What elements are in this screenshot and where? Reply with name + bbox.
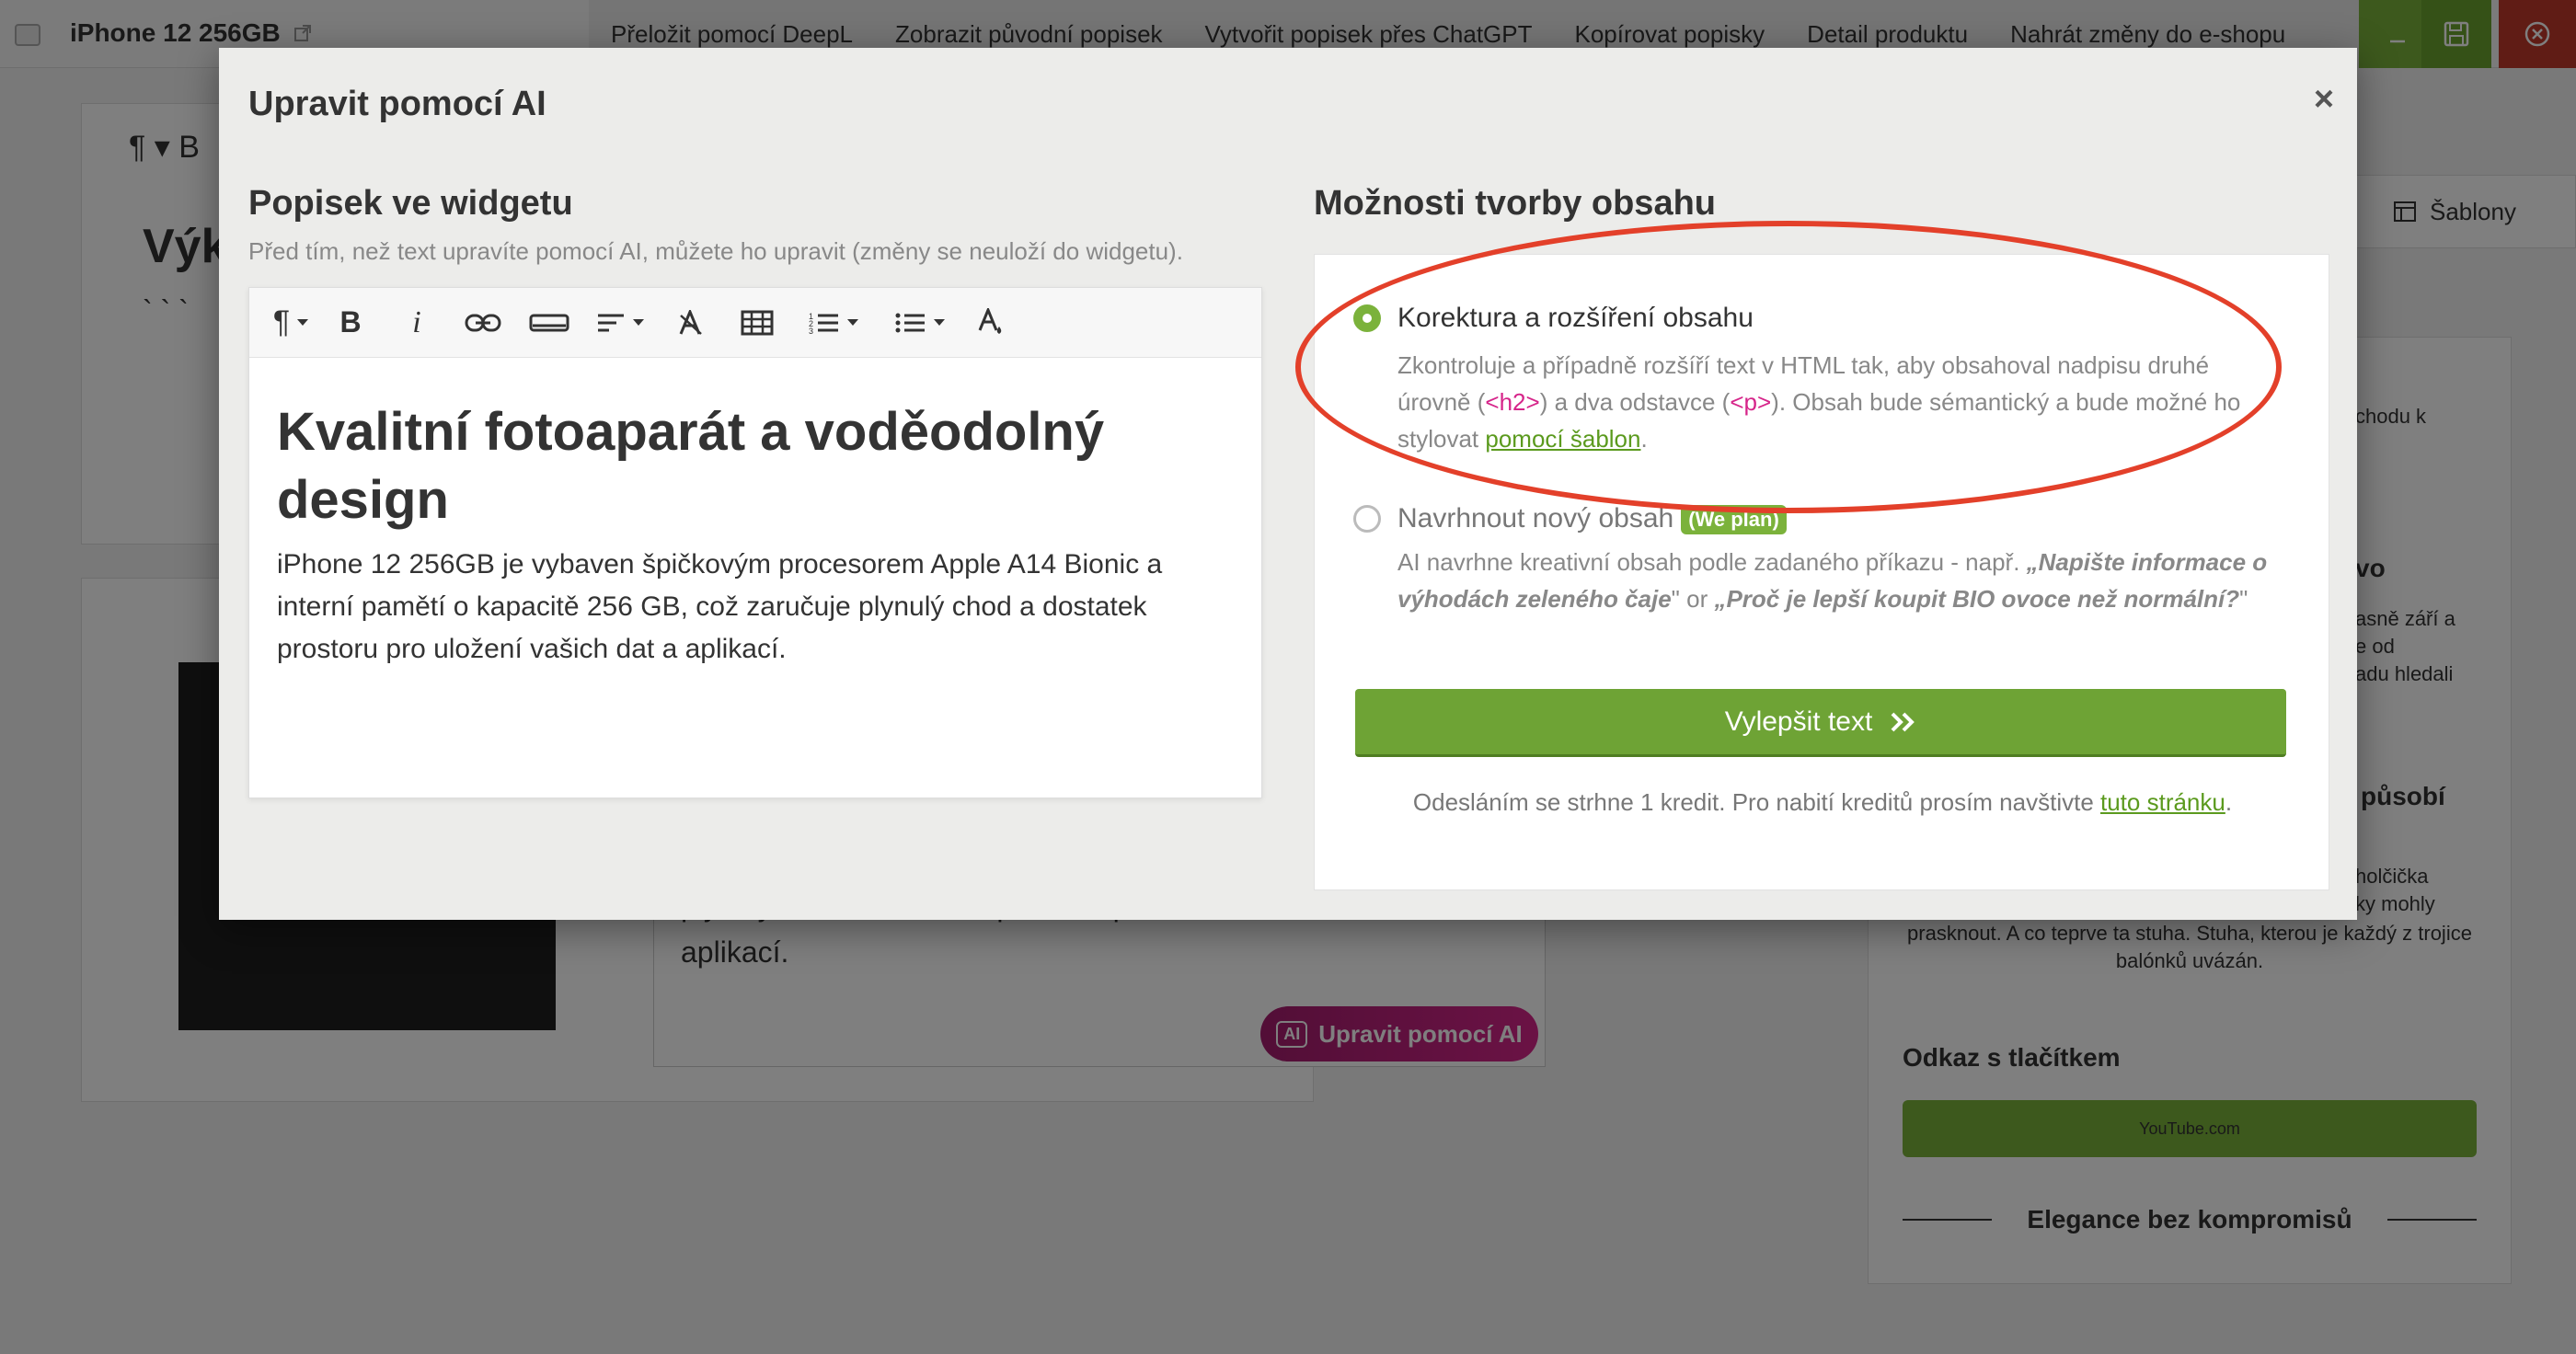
editor-heading[interactable]: Kvalitní fotoaparát a voděodolný design	[277, 398, 1234, 534]
text-color-icon[interactable]	[963, 288, 1018, 358]
credits-page-link[interactable]: tuto stránku	[2100, 788, 2225, 816]
option-proofread-description: Zkontroluje a případně rozšíří text v HT…	[1397, 351, 2241, 453]
edit-with-ai-modal: Upravit pomocí AI × Popisek ve widgetu P…	[219, 48, 2357, 920]
option-proofread-radio[interactable]	[1353, 304, 1381, 332]
editor-toolbar: ¶ B i 123	[249, 288, 1261, 358]
link-icon[interactable]	[450, 288, 516, 358]
rich-text-editor[interactable]: ¶ B i 123 Kvalitní fotoaparát a voděodol…	[248, 287, 1262, 798]
unordered-list-icon[interactable]	[877, 288, 963, 358]
align-icon[interactable]	[582, 288, 658, 358]
double-chevron-right-icon	[1889, 711, 1916, 733]
content-options-card: Korektura a rozšíření obsahu Zkontroluje…	[1314, 254, 2329, 890]
option-new-content-description: AI navrhne kreativní obsah podle zadanéh…	[1397, 548, 2268, 613]
editor-content[interactable]: Kvalitní fotoaparát a voděodolný design …	[277, 398, 1234, 671]
ordered-list-icon[interactable]: 123	[790, 288, 877, 358]
we-plan-badge: (We plan)	[1681, 505, 1787, 535]
option-proofread-label[interactable]: Korektura a rozšíření obsahu	[1397, 303, 1754, 334]
templates-link[interactable]: pomocí šablon	[1485, 425, 1640, 453]
editor-paragraph[interactable]: iPhone 12 256GB je vybaven špičkovým pro…	[277, 544, 1234, 671]
italic-icon[interactable]: i	[384, 288, 450, 358]
svg-text:3: 3	[809, 327, 813, 335]
content-options-title: Možnosti tvorby obsahu	[1314, 184, 1716, 223]
improve-text-button[interactable]: Vylepšit text	[1355, 689, 2286, 757]
bold-icon[interactable]: B	[317, 288, 384, 358]
widget-description-title: Popisek ve widgetu	[248, 184, 573, 223]
widget-description-subtitle: Před tím, než text upravíte pomocí AI, m…	[248, 237, 1183, 265]
credit-note: Odesláním se strhne 1 kredit. Pro nabití…	[1412, 788, 2233, 816]
paragraph-icon[interactable]: ¶	[264, 288, 317, 358]
table-icon[interactable]	[724, 288, 790, 358]
option-new-content-label[interactable]: Navrhnout nový obsah (We plan)	[1397, 503, 1787, 535]
modal-title: Upravit pomocí AI	[248, 85, 546, 123]
button-icon[interactable]	[516, 288, 582, 358]
option-new-content-radio[interactable]	[1353, 505, 1381, 533]
close-icon[interactable]: ×	[2306, 80, 2342, 119]
clear-format-icon[interactable]	[658, 288, 724, 358]
